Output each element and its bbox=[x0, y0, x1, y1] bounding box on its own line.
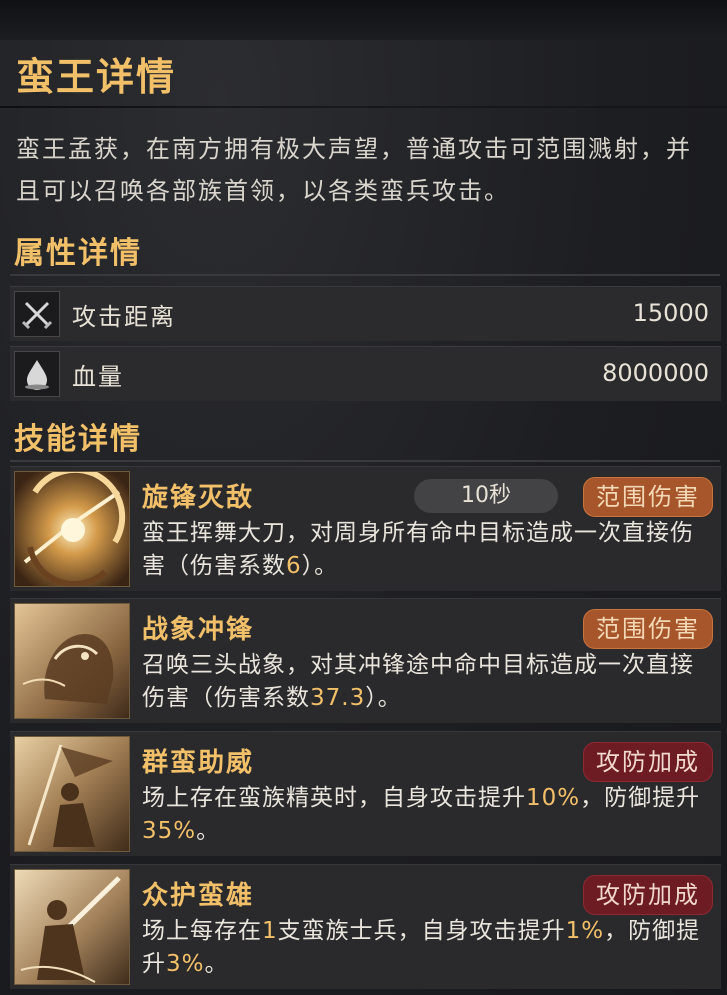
skill-name: 群蛮助威 bbox=[142, 748, 255, 778]
skill-description: 场上每存在1支蛮族士兵，自身攻击提升1%，防御提升3%。 bbox=[142, 918, 701, 977]
skill-description: 召唤三头战象，对其冲锋途中命中目标造成一次直接伤害（伤害系数37.3）。 bbox=[142, 652, 694, 711]
cooldown-badge: 10秒 bbox=[414, 479, 558, 513]
skill-card[interactable]: 旋锋灭敌 10秒 范围伤害 蛮王挥舞大刀，对周身所有命中目标造成一次直接伤害（伤… bbox=[10, 466, 721, 591]
spinning-blade-icon bbox=[14, 471, 130, 587]
skill-tag: 攻防加成 bbox=[583, 875, 713, 915]
skill-tag: 范围伤害 bbox=[583, 477, 713, 517]
boss-description: 蛮王孟获，在南方拥有极大声望，普通攻击可范围溅射，并且可以召唤各部族首领，以各类… bbox=[16, 135, 692, 205]
crossed-swords-icon bbox=[14, 291, 60, 337]
top-bar bbox=[0, 0, 727, 40]
skill-card[interactable]: 群蛮助威 攻防加成 场上存在蛮族精英时，自身攻击提升10%，防御提升35%。 bbox=[10, 731, 721, 856]
sword-warrior-icon bbox=[14, 869, 130, 985]
skills-section-title: 技能详情 bbox=[14, 422, 142, 457]
skill-name: 旋锋灭敌 bbox=[142, 483, 255, 513]
blood-drop-icon bbox=[14, 351, 60, 397]
skill-name: 战象冲锋 bbox=[142, 615, 255, 645]
banner-warrior-icon bbox=[14, 736, 130, 852]
war-elephant-icon bbox=[14, 603, 130, 719]
attribute-row-attack-range: 攻击距离 15000 bbox=[10, 286, 721, 341]
attribute-row-hp: 血量 8000000 bbox=[10, 346, 721, 401]
skill-tag: 攻防加成 bbox=[583, 742, 713, 782]
skill-tag: 范围伤害 bbox=[583, 609, 713, 649]
title-divider bbox=[0, 106, 727, 108]
skill-card[interactable]: 战象冲锋 范围伤害 召唤三头战象，对其冲锋途中命中目标造成一次直接伤害（伤害系数… bbox=[10, 598, 721, 723]
skill-name: 众护蛮雄 bbox=[142, 881, 255, 911]
attributes-section-title: 属性详情 bbox=[14, 236, 142, 271]
attributes-divider bbox=[10, 274, 720, 276]
page-title: 蛮王详情 bbox=[16, 54, 177, 99]
attribute-value: 15000 bbox=[632, 299, 709, 327]
skill-description: 蛮王挥舞大刀，对周身所有命中目标造成一次直接伤害（伤害系数6）。 bbox=[142, 520, 694, 579]
skills-divider bbox=[10, 460, 720, 462]
attribute-label: 血量 bbox=[72, 363, 124, 391]
skill-description: 场上存在蛮族精英时，自身攻击提升10%，防御提升35%。 bbox=[142, 785, 701, 844]
attribute-label: 攻击距离 bbox=[72, 303, 176, 331]
attribute-value: 8000000 bbox=[602, 359, 709, 387]
skill-card[interactable]: 众护蛮雄 攻防加成 场上每存在1支蛮族士兵，自身攻击提升1%，防御提升3%。 bbox=[10, 864, 721, 989]
